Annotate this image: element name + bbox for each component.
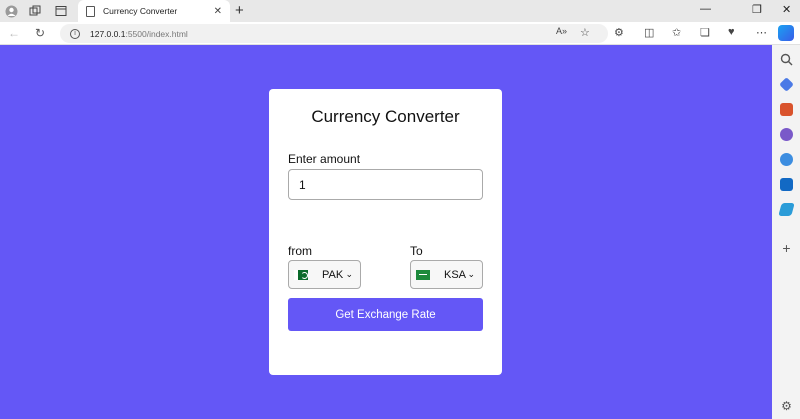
get-exchange-rate-button[interactable]: Get Exchange Rate (288, 298, 483, 331)
from-label: from (288, 244, 312, 258)
converter-card: Currency Converter Enter amount 1 from T… (269, 89, 502, 375)
amount-input[interactable]: 1 (288, 169, 483, 200)
add-icon[interactable]: + (780, 241, 793, 255)
people-icon[interactable] (780, 128, 793, 141)
tab-actions-icon[interactable] (53, 3, 69, 19)
back-icon[interactable]: ← (8, 26, 20, 40)
outlook-icon[interactable] (780, 178, 793, 191)
to-currency-select[interactable]: KSA ⌄ (410, 260, 483, 289)
office-icon[interactable] (780, 153, 793, 166)
tools-icon[interactable] (780, 103, 793, 116)
minimize-icon[interactable]: — (700, 3, 711, 15)
page-background: Currency Converter Enter amount 1 from T… (0, 45, 772, 419)
refresh-icon[interactable]: ↻ (35, 26, 45, 40)
url-text: 127.0.0.1:5500/index.html (90, 28, 188, 39)
copilot-icon[interactable] (778, 25, 794, 41)
page-title: Currency Converter (311, 107, 460, 126)
split-screen-icon[interactable]: ◫ (644, 26, 654, 39)
restore-icon[interactable]: ❐ (752, 3, 762, 16)
chevron-down-icon: ⌄ (467, 269, 475, 279)
settings-gear-icon[interactable]: ⚙ (780, 400, 793, 413)
close-window-icon[interactable]: ✕ (782, 3, 791, 16)
browser-essentials-icon[interactable]: ♥ (728, 26, 735, 38)
more-menu-icon[interactable]: ⋯ (756, 26, 767, 39)
tab-currency-converter[interactable]: Currency Converter ✕ (78, 0, 230, 22)
pakistan-flag-icon (294, 269, 308, 280)
shopping-tag-icon[interactable] (779, 77, 794, 92)
to-label: To (410, 244, 423, 258)
edge-sidebar: + ⚙ (772, 45, 800, 419)
site-info-icon[interactable]: i (70, 28, 80, 39)
amount-value: 1 (299, 177, 306, 192)
send-icon[interactable] (778, 203, 795, 216)
tab-title: Currency Converter (103, 6, 178, 16)
from-currency-value: PAK (322, 268, 344, 281)
tab-strip: Currency Converter ✕ + — ❐ ✕ (0, 0, 800, 22)
page-icon (86, 5, 95, 17)
address-bar[interactable]: i 127.0.0.1:5500/index.html (60, 24, 608, 43)
chevron-down-icon: ⌄ (345, 269, 353, 279)
profile-icon[interactable] (3, 3, 19, 19)
collections-icon[interactable]: ❏ (700, 26, 710, 39)
favorite-star-icon[interactable]: ☆ (580, 26, 590, 39)
extensions-icon[interactable]: ⚙ (614, 26, 624, 39)
saudi-arabia-flag-icon (416, 269, 430, 280)
browser-toolbar: ← ↻ i 127.0.0.1:5500/index.html A» ☆ ⚙ ◫… (0, 22, 800, 45)
favorites-icon[interactable]: ✩ (672, 26, 681, 39)
search-icon[interactable] (780, 53, 793, 66)
amount-label: Enter amount (288, 152, 361, 166)
close-tab-icon[interactable]: ✕ (214, 6, 222, 17)
from-currency-select[interactable]: PAK ⌄ (288, 260, 361, 289)
read-aloud-icon[interactable]: A» (556, 26, 567, 36)
workspaces-icon[interactable] (27, 3, 43, 19)
new-tab-icon[interactable]: + (235, 2, 244, 19)
to-currency-value: KSA (444, 268, 467, 281)
